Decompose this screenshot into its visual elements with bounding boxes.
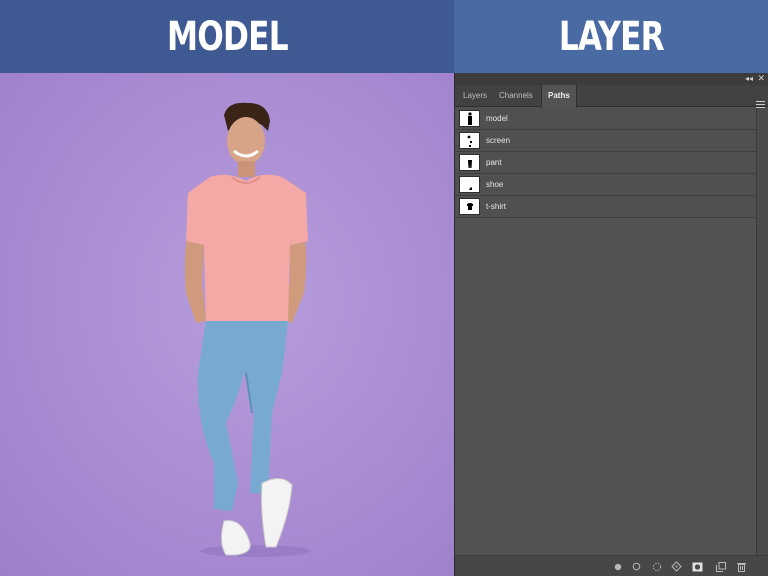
model-photo — [0, 73, 454, 576]
trash-icon[interactable] — [736, 561, 747, 572]
sparse-shapes-icon — [459, 132, 480, 149]
make-work-path-icon[interactable] — [671, 561, 682, 572]
path-name: model — [486, 114, 508, 123]
tab-paths[interactable]: Paths — [541, 85, 577, 108]
pants-shape-icon — [459, 154, 480, 171]
path-name: pant — [486, 158, 502, 167]
fill-path-icon[interactable] — [612, 561, 623, 572]
person-silhouette-icon — [459, 110, 480, 127]
path-row-pant[interactable]: pant — [455, 152, 757, 174]
panel-bottom-toolbar — [455, 555, 768, 576]
model-header-text: MODEL — [166, 13, 289, 60]
stroke-path-icon[interactable] — [631, 561, 642, 572]
panel-tabbar: Layers Channels Paths — [455, 85, 768, 108]
close-icon[interactable]: ✕ — [757, 73, 765, 84]
path-row-t-shirt[interactable]: t-shirt — [455, 196, 757, 218]
path-name: screen — [486, 136, 511, 145]
paths-list: model screen pant shoe t-shirt — [455, 108, 757, 218]
path-row-model[interactable]: model — [455, 108, 757, 130]
collapse-icon[interactable]: ◂◂ — [745, 74, 753, 83]
tab-channels[interactable]: Channels — [493, 85, 539, 107]
layer-header-text: LAYER — [558, 13, 664, 60]
model-figure-illustration — [184, 102, 310, 557]
new-path-icon[interactable] — [715, 561, 726, 572]
panel-scrollbar[interactable] — [756, 108, 768, 555]
add-mask-icon[interactable] — [692, 561, 703, 572]
load-selection-icon[interactable] — [651, 561, 662, 572]
path-row-shoe[interactable]: shoe — [455, 174, 757, 196]
path-name: t-shirt — [486, 202, 506, 211]
tab-layers[interactable]: Layers — [457, 85, 493, 107]
path-row-screen[interactable]: screen — [455, 130, 757, 152]
model-header: MODEL — [0, 0, 454, 73]
layer-header: LAYER — [454, 0, 768, 73]
paths-panel: ◂◂ ✕ Layers Channels Paths model screen … — [454, 73, 768, 576]
tshirt-shape-icon — [459, 198, 480, 215]
path-name: shoe — [486, 180, 504, 189]
panel-titlebar: ◂◂ ✕ — [455, 73, 768, 85]
shoe-shape-icon — [459, 176, 480, 193]
